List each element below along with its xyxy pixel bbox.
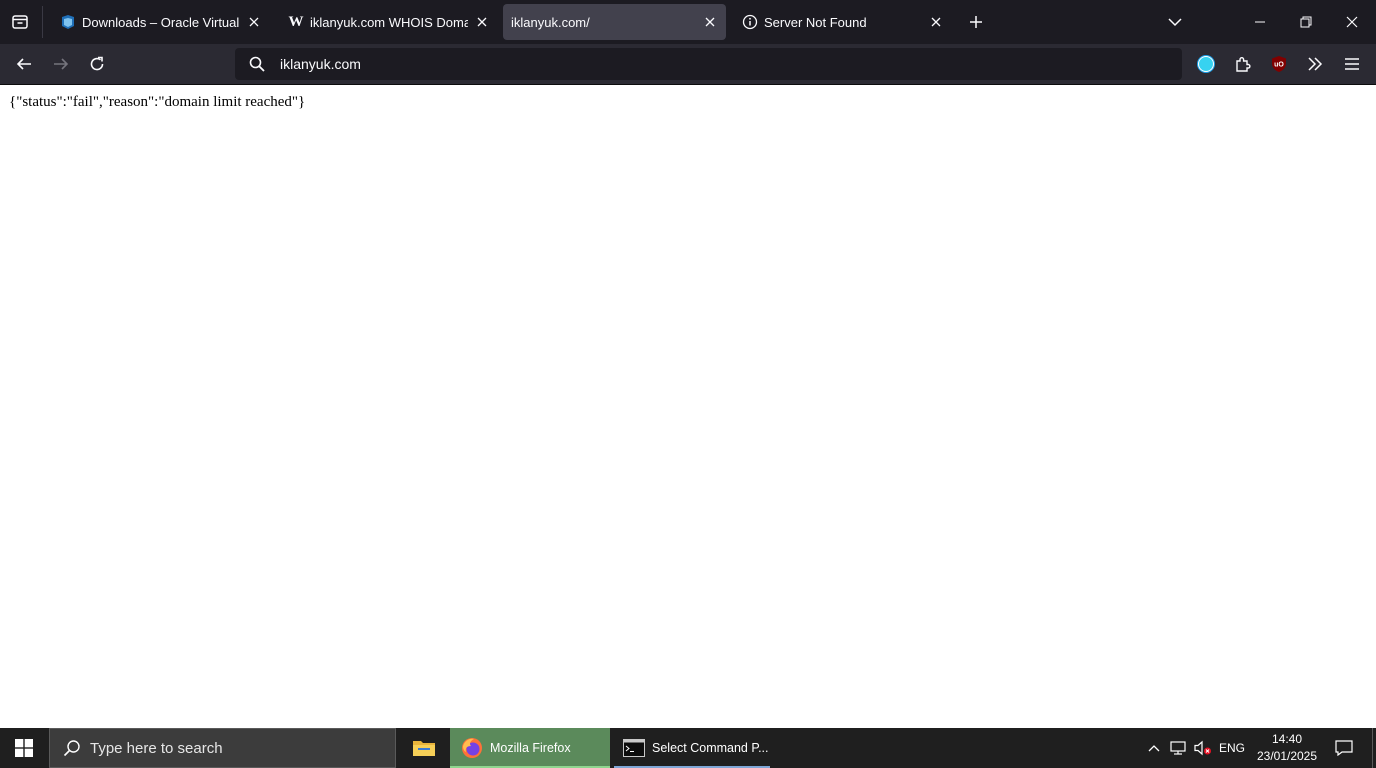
navigation-toolbar: uO xyxy=(0,44,1376,85)
extensions-button[interactable] xyxy=(1229,50,1257,78)
json-response-text: {"status":"fail","reason":"domain limit … xyxy=(9,94,306,110)
tab-title: Downloads – Oracle VirtualBox xyxy=(82,14,240,30)
network-button[interactable] xyxy=(1168,728,1190,768)
close-window-button[interactable] xyxy=(1336,6,1368,38)
clock-date: 23/01/2025 xyxy=(1256,749,1318,763)
taskbar-app-label: Mozilla Firefox xyxy=(490,741,571,755)
close-tab-icon[interactable] xyxy=(700,12,720,32)
new-tab-button[interactable] xyxy=(964,10,988,34)
reload-button[interactable] xyxy=(83,50,111,78)
restore-button[interactable] xyxy=(1290,6,1322,38)
ublock-origin-button[interactable]: uO xyxy=(1265,50,1293,78)
wikipedia-w-icon: W xyxy=(288,13,304,30)
taskbar-search-input[interactable] xyxy=(90,739,370,757)
back-button[interactable] xyxy=(10,50,38,78)
back-arrow-icon xyxy=(16,58,31,70)
chevron-down-icon xyxy=(1168,18,1182,27)
puzzle-piece-icon xyxy=(1236,57,1251,72)
action-center-button[interactable] xyxy=(1328,728,1360,768)
file-explorer-icon xyxy=(412,736,436,760)
tab-virtualbox-downloads[interactable]: Downloads – Oracle VirtualBox xyxy=(50,4,270,40)
search-icon xyxy=(62,738,82,758)
taskbar-command-prompt[interactable]: Select Command P... xyxy=(614,728,770,768)
clock-button[interactable]: 14:40 23/01/2025 xyxy=(1250,728,1324,768)
forward-button[interactable] xyxy=(47,50,75,78)
firefox-view-icon xyxy=(12,15,28,29)
network-monitor-icon xyxy=(1170,741,1186,755)
tab-title: iklanyuk.com WHOIS Domain Name xyxy=(310,14,468,30)
chevron-up-icon xyxy=(1148,745,1160,752)
tab-iklanyuk-active[interactable]: iklanyuk.com/ xyxy=(503,4,726,40)
url-input[interactable] xyxy=(280,56,1140,72)
account-button[interactable] xyxy=(1192,50,1220,78)
double-chevron-right-icon xyxy=(1308,57,1323,71)
minimize-button[interactable] xyxy=(1244,6,1276,38)
close-tab-icon[interactable] xyxy=(244,12,264,32)
ublock-origin-icon: uO xyxy=(1272,56,1286,72)
show-desktop-button[interactable] xyxy=(1372,728,1376,768)
tab-whois[interactable]: W iklanyuk.com WHOIS Domain Name xyxy=(278,4,498,40)
overflow-toolbar-button[interactable] xyxy=(1301,50,1329,78)
taskbar-firefox[interactable]: Mozilla Firefox xyxy=(450,728,610,768)
command-prompt-icon xyxy=(622,736,646,760)
tab-separator xyxy=(42,6,43,38)
tab-server-not-found[interactable]: Server Not Found xyxy=(732,4,952,40)
taskbar-search-box[interactable] xyxy=(49,728,396,768)
app-menu-button[interactable] xyxy=(1338,50,1366,78)
close-icon xyxy=(1346,16,1358,28)
list-all-tabs-button[interactable] xyxy=(1163,10,1187,34)
close-tab-icon[interactable] xyxy=(926,12,946,32)
virtualbox-icon xyxy=(60,14,76,30)
forward-arrow-icon xyxy=(54,58,69,70)
windows-logo-icon xyxy=(15,739,33,757)
svg-text:uO: uO xyxy=(1274,62,1284,69)
address-bar[interactable] xyxy=(235,48,1182,80)
reload-icon xyxy=(90,56,104,71)
close-tab-icon[interactable] xyxy=(472,12,492,32)
hamburger-menu-icon xyxy=(1345,58,1359,70)
speaker-muted-icon xyxy=(1194,740,1211,756)
firefox-icon xyxy=(460,736,484,760)
taskbar-app-label: Select Command P... xyxy=(652,741,769,755)
start-button[interactable] xyxy=(0,728,48,768)
tab-title: iklanyuk.com/ xyxy=(511,14,590,30)
volume-button[interactable] xyxy=(1192,728,1214,768)
info-icon xyxy=(742,14,758,30)
tab-strip: Downloads – Oracle VirtualBox W iklanyuk… xyxy=(0,0,1376,44)
clock-time: 14:40 xyxy=(1271,732,1303,746)
show-hidden-icons-button[interactable] xyxy=(1144,728,1164,768)
language-indicator: ENG xyxy=(1218,741,1245,755)
firefox-view-button[interactable] xyxy=(0,0,40,44)
profile-circle-icon xyxy=(1197,55,1215,73)
minimize-icon xyxy=(1255,21,1265,23)
search-icon xyxy=(248,55,266,73)
input-language-button[interactable]: ENG xyxy=(1216,728,1248,768)
notification-icon xyxy=(1335,740,1353,756)
tab-title: Server Not Found xyxy=(764,14,867,30)
windows-taskbar: Mozilla Firefox Select Command P... xyxy=(0,728,1376,768)
plus-icon xyxy=(970,16,982,28)
page-content: {"status":"fail","reason":"domain limit … xyxy=(0,86,1376,728)
taskbar-file-explorer[interactable] xyxy=(400,728,448,768)
restore-icon xyxy=(1300,16,1312,28)
